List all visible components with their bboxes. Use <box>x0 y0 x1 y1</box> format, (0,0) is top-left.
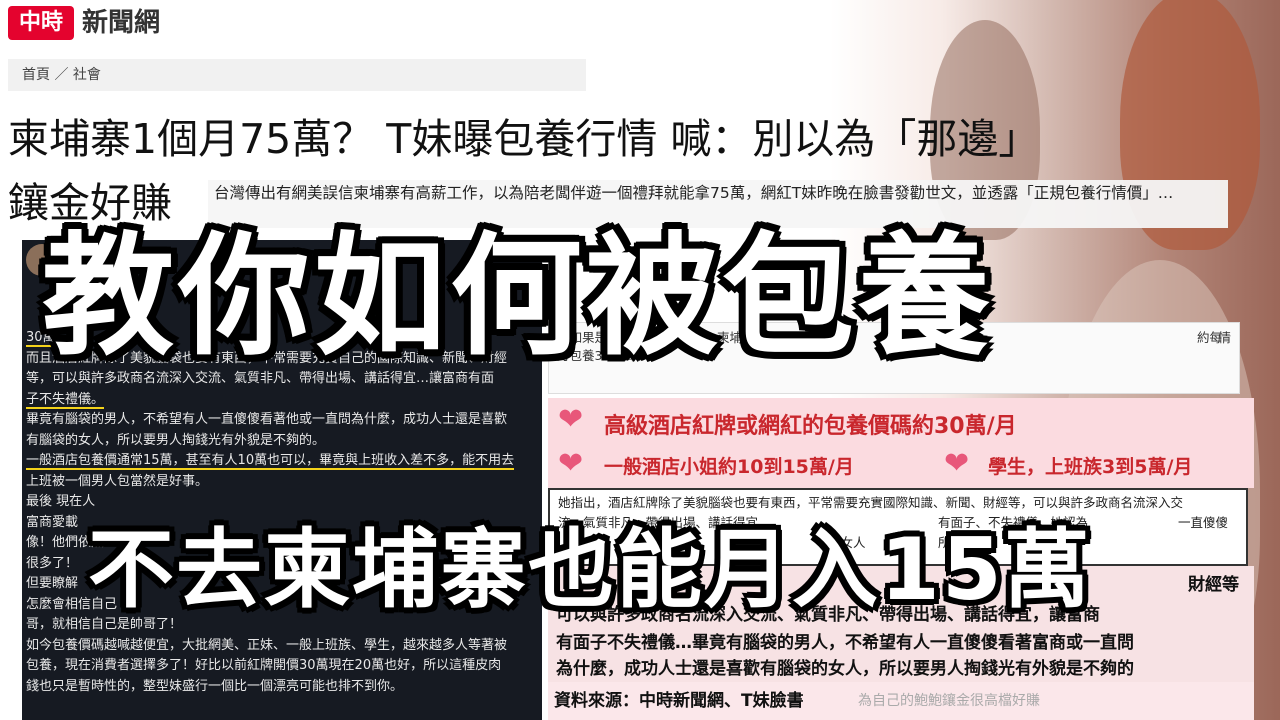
source-text: 資料來源：中時新聞網、T妹臉書 <box>554 691 804 711</box>
price-callout-3: 學生，上班族3到5萬/月 <box>988 456 1193 478</box>
post-line: 上班被一個男人包當然是好事。 <box>26 473 209 489</box>
post-line: 一般酒店包養價通常15萬，甚至有人10萬也可以，畢竟與上班收入差不多，能不用去 <box>26 453 515 470</box>
heart-icon: ❤ <box>558 402 584 437</box>
site-logo-text[interactable]: 新聞網 <box>82 6 160 40</box>
breadcrumb[interactable]: 首頁 ／ 社會 <box>8 59 586 91</box>
excerpt-line: 為什麼，成功人士還是喜歡有腦袋的女人，所以要男人掏錢光有外貌是不夠的 <box>556 659 1134 679</box>
post-line: 如今包養價碼越喊越便宜，大批網美、正妹、一般上班族、學生，越來越多人等著被 <box>26 637 508 653</box>
price-callout-1: 高級酒店紅牌或網紅的包養價碼約30萬/月 <box>604 414 1017 439</box>
source-credit: 資料來源：中時新聞網、T妹臉書 為自己的鮑鮑鑲金很高檔好賺 <box>548 682 1254 720</box>
quote-text: 她指出，酒店紅牌除了美貌腦袋也要有東西，平常需要充實國際知識、新聞、財經等，可以… <box>558 495 1184 510</box>
post-line: 錢也只是暫時性的，整型妹盛行一個比一個漂亮可能也排不到你。 <box>26 678 404 694</box>
post-line: 畢竟有腦袋的男人，不希望有人一直傻傻看著他或一直問為什麼，成功人士還是喜歡 <box>26 412 508 427</box>
post-line: 有腦袋的女人，所以要男人掏錢光有外貌是不夠的。 <box>26 432 326 448</box>
overlay-subtitle: 不去柬埔寨也能月入15萬 <box>88 520 1092 620</box>
heart-icon: ❤ <box>558 446 584 481</box>
article-headline: 柬埔寨1個月75萬？ T妹曝包養行情 喊：別以為「那邊」 <box>8 115 1040 163</box>
faded-text: 為自己的鮑鮑鑲金很高檔好賺 <box>858 693 1040 709</box>
price-callout-box: ❤ 高級酒店紅牌或網紅的包養價碼約30萬/月 ❤ 一般酒店小姐約10到15萬/月… <box>548 398 1254 488</box>
post-line: 包養，現在消費者選擇多了！好比以前紅牌開價30萬現在20萬也好，所以這種皮肉 <box>26 658 502 673</box>
site-logo-mark[interactable]: 中時 <box>8 6 74 40</box>
overlay-title: 教你如何被包養 <box>42 220 994 374</box>
heart-icon: ❤ <box>944 446 970 481</box>
post-line: 子不失禮儀。 <box>26 391 105 409</box>
excerpt-line: 有面子不失禮儀…畢竟有腦袋的男人，不希望有人一直傻傻看著富商或一直問 <box>556 633 1134 653</box>
quote-text: 一直傻傻 <box>1178 515 1229 530</box>
price-callout-2: 一般酒店小姐約10到15萬/月 <box>604 456 854 478</box>
excerpt-line: 財經等 <box>1188 575 1239 595</box>
post-line: 最後 現在人 <box>26 494 96 509</box>
excerpt-text: 情 <box>1218 330 1231 345</box>
